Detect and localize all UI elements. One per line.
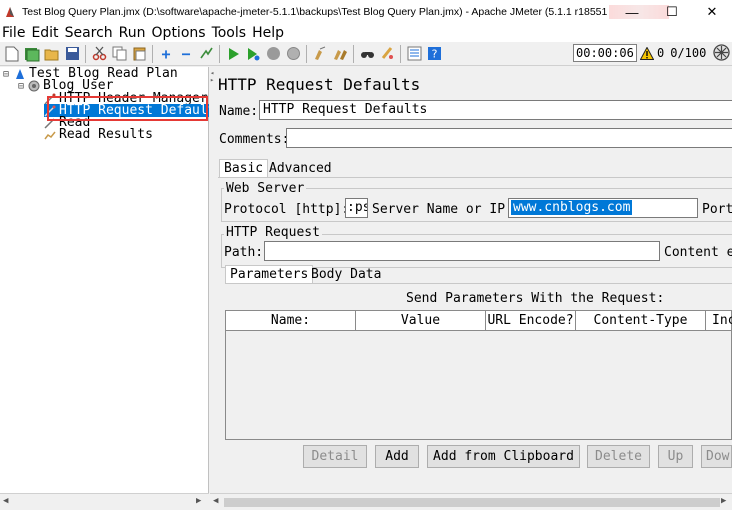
port-label: Port (702, 202, 732, 217)
menu-tools[interactable]: Tools (210, 25, 251, 41)
menu-help[interactable]: Help (250, 25, 288, 41)
menu-options[interactable]: Options (150, 25, 210, 41)
protocol-input[interactable]: :ps (345, 198, 368, 218)
collapse-icon[interactable]: − (178, 45, 194, 63)
remote-status-icon (713, 44, 730, 61)
menu-bar: File Edit Search Run Options Tools Help (0, 24, 732, 42)
scroll-left-icon[interactable]: ◀ (213, 496, 218, 506)
elapsed-timer: 00:00:06 (573, 44, 637, 62)
protocol-label: Protocol [http]: (224, 202, 350, 217)
table-header: Name: Value URL Encode? Content-Type Inc (226, 311, 732, 331)
svg-text:?: ? (431, 48, 437, 61)
down-button[interactable]: Dow (701, 445, 732, 468)
tab-basic[interactable]: Basic (219, 159, 269, 177)
add-from-clipboard-button[interactable]: Add from Clipboard (427, 445, 580, 468)
listener-icon (44, 129, 56, 141)
minimize-button[interactable]: — (612, 0, 652, 24)
start-no-pauses-icon[interactable] (245, 46, 261, 62)
save-icon[interactable] (64, 46, 80, 62)
warning-count: 0 (657, 46, 665, 60)
menu-search[interactable]: Search (63, 25, 117, 41)
column-url-encode[interactable]: URL Encode? (486, 311, 576, 330)
reset-search-icon[interactable] (379, 46, 395, 62)
paste-icon[interactable] (131, 46, 147, 62)
open-icon[interactable] (44, 46, 60, 62)
test-plan-icon (14, 68, 26, 80)
add-button[interactable]: Add (375, 445, 419, 468)
function-helper-icon[interactable] (406, 46, 422, 62)
column-include-equals[interactable]: Inc (706, 311, 732, 330)
detail-button[interactable]: Detail (303, 445, 367, 468)
shutdown-icon[interactable] (285, 46, 301, 62)
name-label: Name: (219, 104, 259, 119)
test-plan-tree: ⊟ Test Blog Read Plan ⊟ Blog User HTTP H… (0, 67, 218, 493)
start-icon[interactable] (225, 46, 241, 62)
warning-icon[interactable] (639, 45, 655, 60)
tree-collapse-group-icon[interactable]: ⊟ (18, 81, 24, 92)
parameters-table[interactable]: Name: Value URL Encode? Content-Type Inc (225, 310, 732, 440)
tab-body-data[interactable]: Body Data (307, 266, 385, 283)
cut-icon[interactable] (91, 46, 107, 62)
tree-collapse-root-icon[interactable]: ⊟ (3, 69, 9, 80)
column-value[interactable]: Value (356, 311, 486, 330)
toggle-icon[interactable] (198, 46, 214, 62)
status-area: 0 0/100 (639, 44, 707, 62)
annotation-highlight (47, 96, 208, 121)
column-name[interactable]: Name: (226, 311, 356, 330)
expand-icon[interactable]: + (158, 45, 174, 63)
http-request-legend: HTTP Request (224, 225, 322, 240)
help-icon[interactable]: ? (426, 46, 442, 62)
title-bar: Test Blog Query Plan.jmx (D:\software\ap… (0, 0, 732, 24)
stop-icon[interactable] (265, 46, 281, 62)
name-input[interactable]: HTTP Request Defaults (259, 100, 732, 120)
scroll-left-icon[interactable]: ◀ (3, 496, 8, 506)
templates-icon[interactable] (24, 46, 40, 62)
menu-run[interactable]: Run (117, 25, 150, 41)
scroll-right-icon[interactable]: ▶ (721, 496, 726, 506)
clear-all-icon[interactable] (332, 46, 348, 62)
column-content-type[interactable]: Content-Type (576, 311, 706, 330)
menu-edit[interactable]: Edit (29, 25, 62, 41)
web-server-legend: Web Server (224, 181, 307, 196)
close-button[interactable]: ✕ (692, 0, 732, 24)
clear-icon[interactable] (312, 46, 328, 62)
element-editor-panel: HTTP Request Defaults Name: HTTP Request… (214, 67, 732, 493)
thread-group-icon (28, 80, 40, 92)
content-encoding-label: Content e (664, 245, 732, 260)
path-label: Path: (224, 245, 264, 260)
menu-file[interactable]: File (0, 25, 29, 41)
up-button[interactable]: Up (658, 445, 693, 468)
panel-title: HTTP Request Defaults (218, 75, 421, 94)
new-icon[interactable] (4, 46, 20, 62)
maximize-button[interactable]: ☐ (652, 0, 692, 24)
tree-horizontal-scrollbar[interactable]: ◀ ▶ (0, 493, 209, 510)
scroll-thumb[interactable] (224, 498, 720, 507)
search-icon[interactable] (359, 46, 375, 62)
server-name-input[interactable]: www.cnblogs.com (508, 198, 698, 218)
panel-horizontal-scrollbar[interactable]: ◀ ▶ (210, 493, 732, 510)
window-title: Test Blog Query Plan.jmx (D:\software\ap… (22, 6, 608, 18)
tab-advanced[interactable]: Advanced (265, 160, 336, 177)
path-input[interactable] (264, 241, 660, 261)
tree-node-read-results[interactable]: Read Results (44, 128, 153, 141)
tab-parameters[interactable]: Parameters (225, 265, 314, 283)
send-parameters-label: Send Parameters With the Request: (406, 291, 665, 306)
delete-button[interactable]: Delete (587, 445, 650, 468)
comments-input[interactable] (286, 128, 732, 148)
jmeter-app-icon (4, 6, 16, 18)
scroll-right-icon[interactable]: ▶ (196, 496, 201, 506)
comments-label: Comments: (219, 132, 290, 147)
thread-count: 0/100 (670, 46, 707, 60)
copy-icon[interactable] (111, 46, 127, 62)
server-name-label: Server Name or IP: (372, 202, 513, 217)
